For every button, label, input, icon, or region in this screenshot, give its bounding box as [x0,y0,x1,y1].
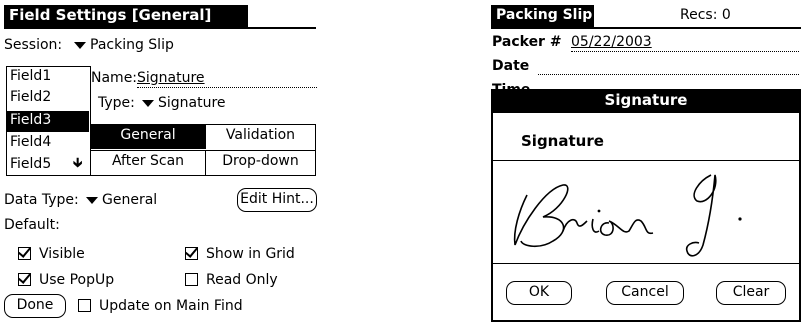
type-dropdown[interactable]: Signature [142,95,226,112]
recs-count: Recs: 0 [680,7,731,23]
data-type-dropdown[interactable]: General [86,192,157,209]
show-in-grid-checkbox[interactable]: Show in Grid [185,246,295,263]
field-list-item[interactable]: Field4 [10,134,51,151]
page-title: Field Settings [General] [9,6,212,24]
checkbox-unchecked-icon [185,273,198,286]
clear-button[interactable]: Clear [716,281,786,305]
tab-validation-label: Validation [225,127,296,143]
packer-field[interactable]: 05/22/2003 [571,34,799,52]
packer-value: 05/22/2003 [571,34,652,50]
use-popup-checkbox[interactable]: Use PopUp [18,272,114,289]
read-only-checkbox[interactable]: Read Only [185,272,278,289]
dropdown-arrow-icon [142,99,154,107]
visible-checkbox[interactable]: Visible [18,246,85,263]
signature-capture-area[interactable] [493,160,799,264]
scroll-down-arrow-icon[interactable]: 🡳 [73,155,82,172]
edit-hint-button[interactable]: Edit Hint... [237,188,317,212]
title-underline [491,27,801,29]
field-list[interactable]: Field1 Field2 Field3 Field4 Field5 🡳 [6,66,91,176]
session-label: Session: [4,37,63,53]
checkbox-checked-icon [185,247,198,260]
tab-validation[interactable]: Validation [205,125,315,149]
field-list-item[interactable]: Field1 [10,68,51,85]
checkbox-checked-icon [18,247,31,260]
type-label: Type: [98,95,135,111]
name-value: Signature [137,70,205,86]
cancel-button[interactable]: Cancel [606,281,684,305]
tab-after-scan-label: After Scan [111,153,185,169]
field-list-item[interactable]: Field3 [10,112,51,129]
data-type-label: Data Type: [4,192,79,208]
show-in-grid-label: Show in Grid [206,246,295,262]
tab-drop-down-label: Drop-down [222,153,299,169]
date-field[interactable] [538,58,799,75]
form-title: Packing Slip [496,7,593,23]
checkbox-unchecked-icon [78,299,91,312]
visible-label: Visible [39,246,85,262]
tab-after-scan[interactable]: After Scan [91,150,205,175]
field-settings-panel: Field Settings [General] Session: Packin… [0,0,322,322]
checkbox-checked-icon [18,273,31,286]
update-on-main-find-checkbox[interactable]: Update on Main Find [78,298,243,315]
field-list-item[interactable]: Field2 [10,89,51,106]
update-on-main-find-label: Update on Main Find [99,298,243,314]
handwritten-signature-icon [513,174,742,257]
data-type-value: General [102,192,158,208]
default-label: Default: [4,217,60,233]
tab-general-label: General [120,127,176,143]
done-button[interactable]: Done [4,294,66,318]
title-underline [4,27,316,29]
signature-field-label: Signature [521,132,604,150]
session-dropdown[interactable]: Packing Slip [74,37,174,54]
tab-drop-down[interactable]: Drop-down [205,150,315,175]
dropdown-arrow-icon [74,41,86,49]
field-list-item[interactable]: Field5 [10,156,51,173]
packer-label: Packer # [492,34,562,50]
ok-button[interactable]: OK [506,281,572,305]
session-value: Packing Slip [90,37,174,53]
dropdown-arrow-icon [86,196,98,204]
type-value: Signature [158,95,226,111]
date-label: Date [492,58,530,74]
name-field[interactable]: Signature [137,70,317,88]
use-popup-label: Use PopUp [39,272,115,288]
name-label: Name: [91,70,138,86]
dialog-title: Signature [604,91,688,109]
packing-slip-panel: Packing Slip Recs: 0 Packer # 05/22/2003… [488,0,802,322]
tab-general[interactable]: General [91,125,205,149]
read-only-label: Read Only [206,272,278,288]
